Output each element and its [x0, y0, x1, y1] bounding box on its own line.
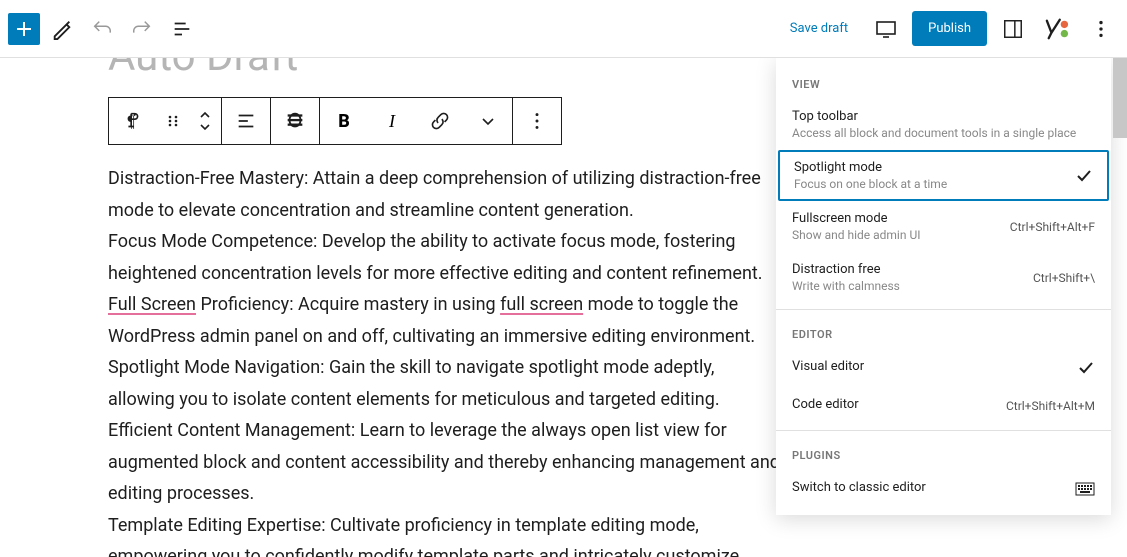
menu-item-top-toolbar[interactable]: Top toolbar Access all block and documen… — [776, 99, 1111, 150]
dropdown-section-plugins: PLUGINS — [776, 437, 1111, 470]
paragraph-block: Template Editing Expertise: Cultivate pr… — [108, 510, 780, 557]
redo-button[interactable] — [124, 11, 160, 47]
menu-item-fullscreen-mode[interactable]: Fullscreen mode Show and hide admin UI C… — [776, 201, 1111, 252]
menu-divider — [776, 430, 1111, 431]
menu-item-distraction-free[interactable]: Distraction free Write with calmness Ctr… — [776, 252, 1111, 303]
editor-canvas: Auto Draft ¶ — [0, 58, 1127, 557]
svg-text:¶: ¶ — [128, 112, 136, 131]
dropdown-section-editor: EDITOR — [776, 316, 1111, 349]
paragraph-block: Distraction-Free Mastery: Attain a deep … — [108, 163, 780, 226]
block-options-button[interactable] — [513, 98, 561, 144]
yoast-seo-button[interactable] — [1039, 11, 1075, 47]
check-icon — [1075, 167, 1093, 185]
move-buttons[interactable] — [189, 98, 221, 144]
toolbar-right-group: Save draft Publish — [778, 11, 1119, 47]
settings-sidebar-button[interactable] — [995, 11, 1031, 47]
link-button[interactable] — [416, 98, 464, 144]
keyboard-icon — [1075, 482, 1095, 496]
publish-button[interactable]: Publish — [912, 11, 987, 46]
options-dropdown: VIEW Top toolbar Access all block and do… — [776, 58, 1111, 515]
italic-button[interactable]: I — [368, 98, 416, 144]
paragraph-block: Full Screen Proficiency: Acquire mastery… — [108, 289, 780, 352]
text-align-button[interactable] — [271, 98, 319, 144]
menu-divider — [776, 309, 1111, 310]
post-content: Auto Draft ¶ — [0, 58, 780, 557]
shortcut-label: Ctrl+Shift+\ — [1033, 271, 1095, 285]
preview-button[interactable] — [868, 11, 904, 47]
post-title[interactable]: Auto Draft — [108, 58, 780, 81]
options-menu-button[interactable] — [1083, 11, 1119, 47]
toolbar-left-group — [8, 11, 200, 47]
tools-button[interactable] — [44, 11, 80, 47]
save-draft-button[interactable]: Save draft — [778, 13, 860, 44]
menu-item-code-editor[interactable]: Code editor Ctrl+Shift+Alt+M — [776, 387, 1111, 424]
shortcut-label: Ctrl+Shift+Alt+M — [1006, 399, 1095, 413]
paragraph-blocks[interactable]: Distraction-Free Mastery: Attain a deep … — [108, 163, 780, 557]
more-rich-text-button[interactable] — [464, 98, 512, 144]
menu-item-visual-editor[interactable]: Visual editor — [776, 349, 1111, 387]
check-icon — [1077, 359, 1095, 377]
paragraph-block: Efficient Content Management: Learn to l… — [108, 415, 780, 510]
undo-button[interactable] — [84, 11, 120, 47]
paragraph-block: Focus Mode Competence: Develop the abili… — [108, 226, 780, 289]
align-button[interactable] — [222, 98, 270, 144]
paragraph-block: Spotlight Mode Navigation: Gain the skil… — [108, 352, 780, 415]
block-type-button[interactable]: ¶ — [109, 98, 157, 144]
editor-top-toolbar: Save draft Publish — [0, 0, 1127, 58]
menu-item-classic-editor[interactable]: Switch to classic editor — [776, 470, 1111, 507]
add-block-button[interactable] — [8, 13, 40, 45]
menu-item-spotlight-mode[interactable]: Spotlight mode Focus on one block at a t… — [778, 150, 1109, 201]
shortcut-label: Ctrl+Shift+Alt+F — [1010, 220, 1095, 234]
drag-handle[interactable] — [157, 98, 189, 144]
dropdown-section-view: VIEW — [776, 66, 1111, 99]
document-overview-button[interactable] — [164, 11, 200, 47]
vertical-scrollbar[interactable] — [1113, 58, 1127, 138]
bold-button[interactable]: B — [320, 98, 368, 144]
block-toolbar: ¶ B — [108, 97, 562, 145]
